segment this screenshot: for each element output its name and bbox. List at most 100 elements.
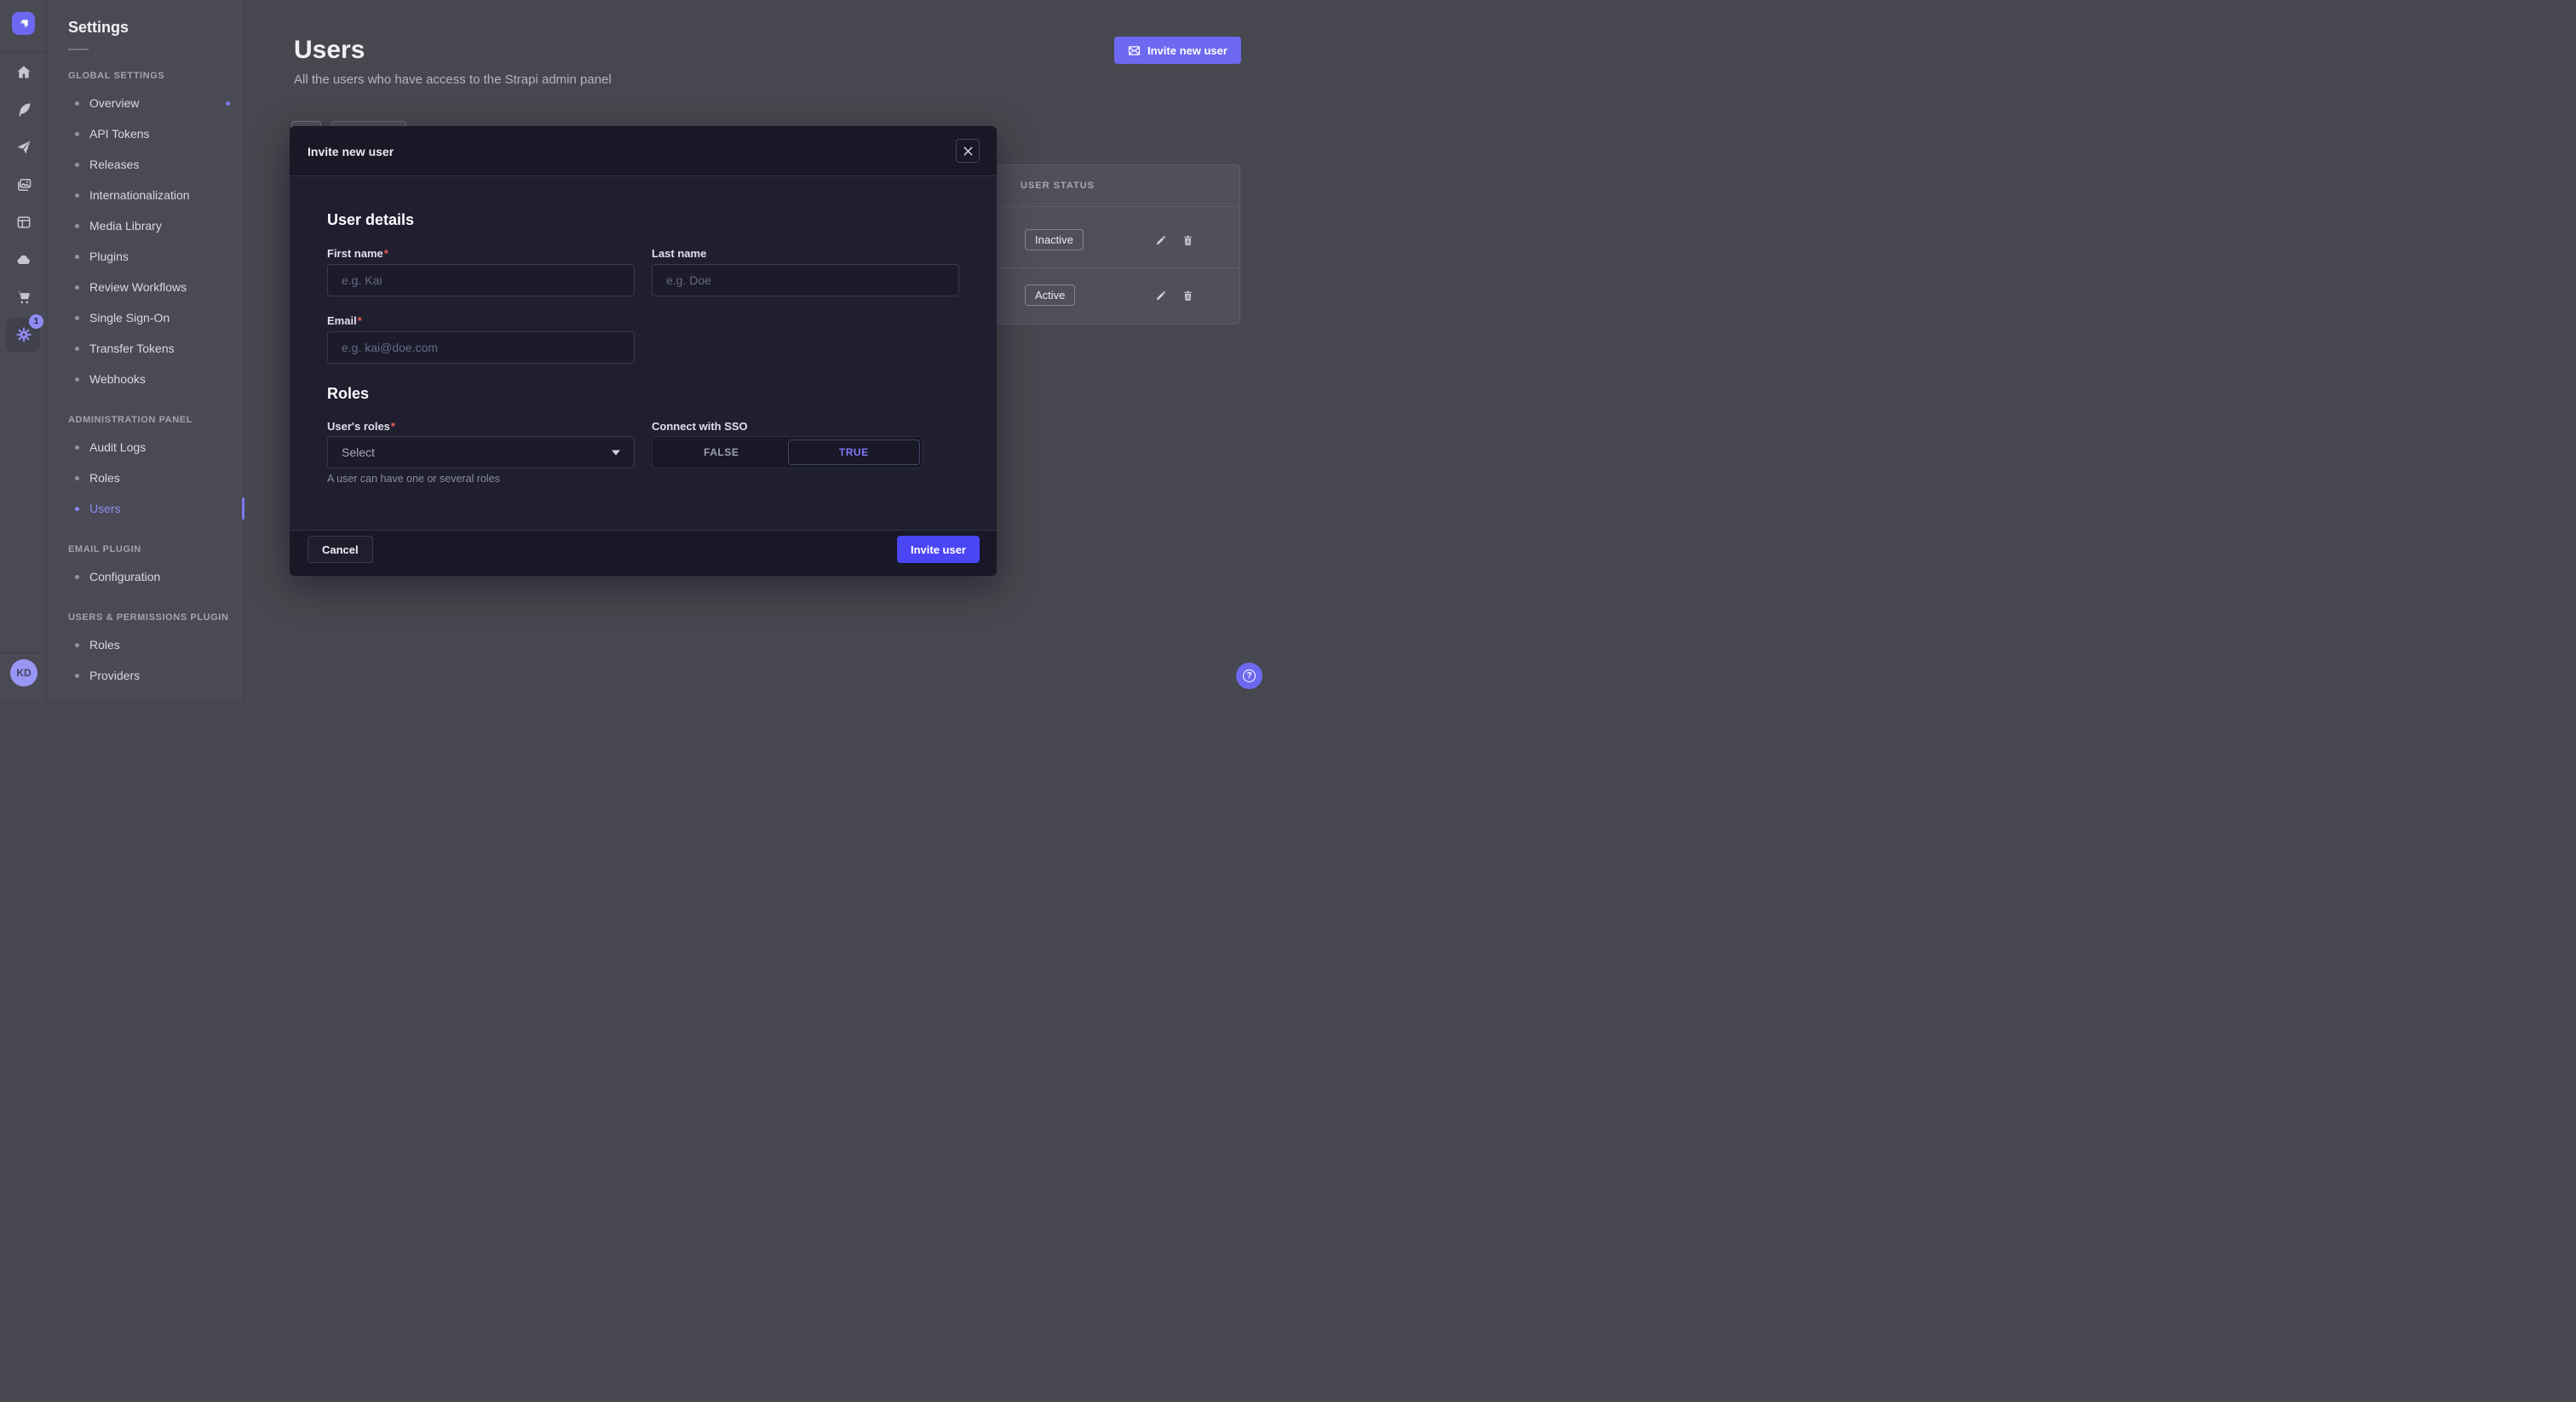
settings-badge: 1 <box>29 314 43 329</box>
pencil-icon <box>1154 290 1167 302</box>
sidebar-item-label: Roles <box>89 638 120 652</box>
rail-divider <box>0 52 46 53</box>
icon-rail: 1 KD <box>0 0 47 701</box>
feather-icon <box>15 101 32 118</box>
marketplace-nav-button[interactable] <box>0 279 47 316</box>
sidebar-item-label: Roles <box>89 471 120 485</box>
bullet-icon <box>75 377 79 382</box>
sidebar-item-single-sign-on[interactable]: Single Sign-On <box>68 302 244 333</box>
bullet-icon <box>75 316 79 320</box>
first-name-field[interactable] <box>327 264 635 296</box>
sidebar-item-webhooks[interactable]: Webhooks <box>68 364 244 394</box>
invite-new-user-modal: Invite new user User details First name*… <box>290 126 997 576</box>
user-status-column-header: USER STATUS <box>1021 181 1095 191</box>
sidebar-item-internationalization[interactable]: Internationalization <box>68 180 244 210</box>
strapi-logo[interactable] <box>12 12 35 35</box>
home-icon <box>15 64 32 81</box>
email-label: Email* <box>327 314 362 327</box>
sidebar-item-users[interactable]: Users <box>68 493 244 524</box>
modal-header: Invite new user <box>290 126 997 176</box>
sidebar-item-releases[interactable]: Releases <box>68 149 244 180</box>
sso-option-true[interactable]: TRUE <box>788 440 921 465</box>
user-avatar[interactable]: KD <box>10 659 37 687</box>
select-placeholder: Select <box>342 445 375 459</box>
roles-helper-text: A user can have one or several roles <box>327 473 500 485</box>
required-mark: * <box>384 247 388 260</box>
cancel-button[interactable]: Cancel <box>308 536 373 563</box>
sidebar-item-admin-roles[interactable]: Roles <box>68 463 244 493</box>
sidebar-item-label: Audit Logs <box>89 440 146 454</box>
strapi-admin-screen: 1 KD Settings GLOBAL SETTINGS <box>0 0 1288 701</box>
bullet-icon <box>75 445 79 450</box>
edit-user-button[interactable] <box>1149 284 1171 307</box>
section-label-email-plugin: EMAIL PLUGIN <box>68 544 244 554</box>
invite-new-user-label: Invite new user <box>1147 44 1228 57</box>
delete-user-button[interactable] <box>1176 229 1199 251</box>
modal-body: User details First name* Last name Email… <box>290 176 997 530</box>
section-label-administration-panel: ADMINISTRATION PANEL <box>68 415 244 425</box>
releases-nav-button[interactable] <box>0 129 47 166</box>
content-type-builder-nav-button[interactable] <box>0 204 47 241</box>
last-name-field[interactable] <box>652 264 959 296</box>
sidebar-item-configuration[interactable]: Configuration <box>68 561 244 592</box>
home-nav-button[interactable] <box>0 54 47 91</box>
last-name-label: Last name <box>652 247 706 260</box>
required-mark: * <box>358 314 362 327</box>
deploy-nav-button[interactable] <box>0 241 47 279</box>
delete-user-button[interactable] <box>1176 284 1199 307</box>
sidebar-item-label: Users <box>89 502 121 515</box>
active-item-indicator <box>242 497 244 520</box>
bullet-icon <box>75 101 79 106</box>
sidebar-item-overview[interactable]: Overview <box>68 88 244 118</box>
close-modal-button[interactable] <box>956 139 980 163</box>
first-name-label: First name* <box>327 247 388 260</box>
sidebar-title-divider <box>68 49 89 50</box>
settings-nav-button[interactable]: 1 <box>0 316 47 353</box>
edit-user-button[interactable] <box>1149 229 1171 251</box>
sidebar-item-media-library[interactable]: Media Library <box>68 210 244 241</box>
section-label-global-settings: GLOBAL SETTINGS <box>68 71 244 81</box>
sidebar-item-label: Plugins <box>89 250 129 263</box>
users-roles-select[interactable]: Select <box>327 436 635 468</box>
bullet-icon <box>75 575 79 579</box>
cloud-icon <box>15 251 32 268</box>
close-icon <box>963 147 973 156</box>
sidebar-item-audit-logs[interactable]: Audit Logs <box>68 432 244 463</box>
sidebar-item-label: Webhooks <box>89 372 146 386</box>
connect-with-sso-label: Connect with SSO <box>652 420 748 433</box>
sidebar-item-up-roles[interactable]: Roles <box>68 629 244 660</box>
invite-new-user-button[interactable]: Invite new user <box>1114 37 1241 64</box>
sidebar-item-label: Media Library <box>89 219 162 233</box>
bullet-icon <box>75 224 79 228</box>
modal-footer: Cancel Invite user <box>290 530 997 576</box>
sidebar-item-label: Providers <box>89 669 140 682</box>
invite-user-button[interactable]: Invite user <box>897 536 980 563</box>
layout-icon <box>15 214 32 231</box>
paper-plane-icon <box>15 139 32 156</box>
sidebar-item-review-workflows[interactable]: Review Workflows <box>68 272 244 302</box>
bullet-icon <box>75 255 79 259</box>
status-badge: Inactive <box>1025 229 1084 250</box>
sidebar-item-providers[interactable]: Providers <box>68 660 244 691</box>
pencil-icon <box>1154 234 1167 247</box>
help-button[interactable]: ? <box>1236 663 1262 689</box>
sidebar-title: Settings <box>68 19 244 37</box>
help-icon: ? <box>1243 669 1256 682</box>
user-details-heading: User details <box>327 211 414 229</box>
status-badge: Active <box>1025 284 1075 306</box>
bullet-icon <box>75 507 79 511</box>
media-library-nav-button[interactable] <box>0 166 47 204</box>
content-manager-nav-button[interactable] <box>0 91 47 129</box>
sidebar-item-label: Configuration <box>89 570 160 583</box>
sidebar-item-plugins[interactable]: Plugins <box>68 241 244 272</box>
trash-icon <box>1182 290 1194 302</box>
sidebar-item-api-tokens[interactable]: API Tokens <box>68 118 244 149</box>
sso-option-false[interactable]: FALSE <box>655 440 788 465</box>
bullet-icon <box>75 643 79 647</box>
email-field[interactable] <box>327 331 635 364</box>
cart-icon <box>15 289 32 306</box>
bullet-icon <box>75 132 79 136</box>
sidebar-item-label: Single Sign-On <box>89 311 170 325</box>
sidebar-item-transfer-tokens[interactable]: Transfer Tokens <box>68 333 244 364</box>
section-label-users-permissions-plugin: USERS & PERMISSIONS PLUGIN <box>68 612 244 623</box>
